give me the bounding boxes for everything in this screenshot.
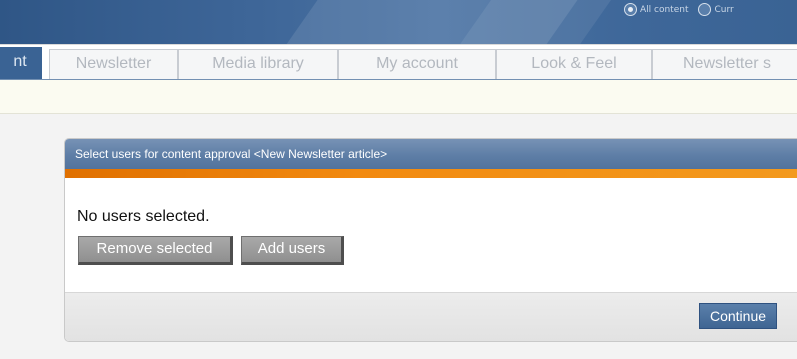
tab-content[interactable]: nt [0, 47, 42, 79]
tab-my-account[interactable]: My account [338, 49, 496, 79]
radio-current-label: Curr [714, 4, 734, 15]
radio-all-content-label: All content [640, 4, 689, 15]
radio-all-content[interactable] [624, 3, 637, 16]
user-approval-dialog: Select users for content approval <New N… [64, 138, 797, 342]
dialog-accent-bar [65, 169, 797, 178]
dialog-footer: Continue [65, 292, 797, 341]
main-tabs: nt Newsletter Media library My account L… [0, 44, 797, 81]
dialog-title: Select users for content approval <New N… [65, 139, 797, 169]
tab-newsletter[interactable]: Newsletter [49, 49, 178, 79]
scope-radio-group: All content Curr [624, 3, 744, 16]
status-text: No users selected. [77, 208, 210, 225]
add-users-button[interactable]: Add users [241, 236, 344, 265]
tab-media-library[interactable]: Media library [178, 49, 338, 79]
tab-look-and-feel[interactable]: Look & Feel [496, 49, 652, 79]
toolbar-strip [0, 80, 797, 114]
dialog-body: No users selected. Remove selected Add u… [65, 178, 797, 292]
header-banner: All content Curr [0, 0, 797, 44]
tab-newsletter-settings[interactable]: Newsletter s [652, 49, 797, 79]
radio-current[interactable] [698, 3, 712, 16]
remove-selected-button[interactable]: Remove selected [78, 236, 233, 265]
continue-button[interactable]: Continue [699, 303, 777, 329]
